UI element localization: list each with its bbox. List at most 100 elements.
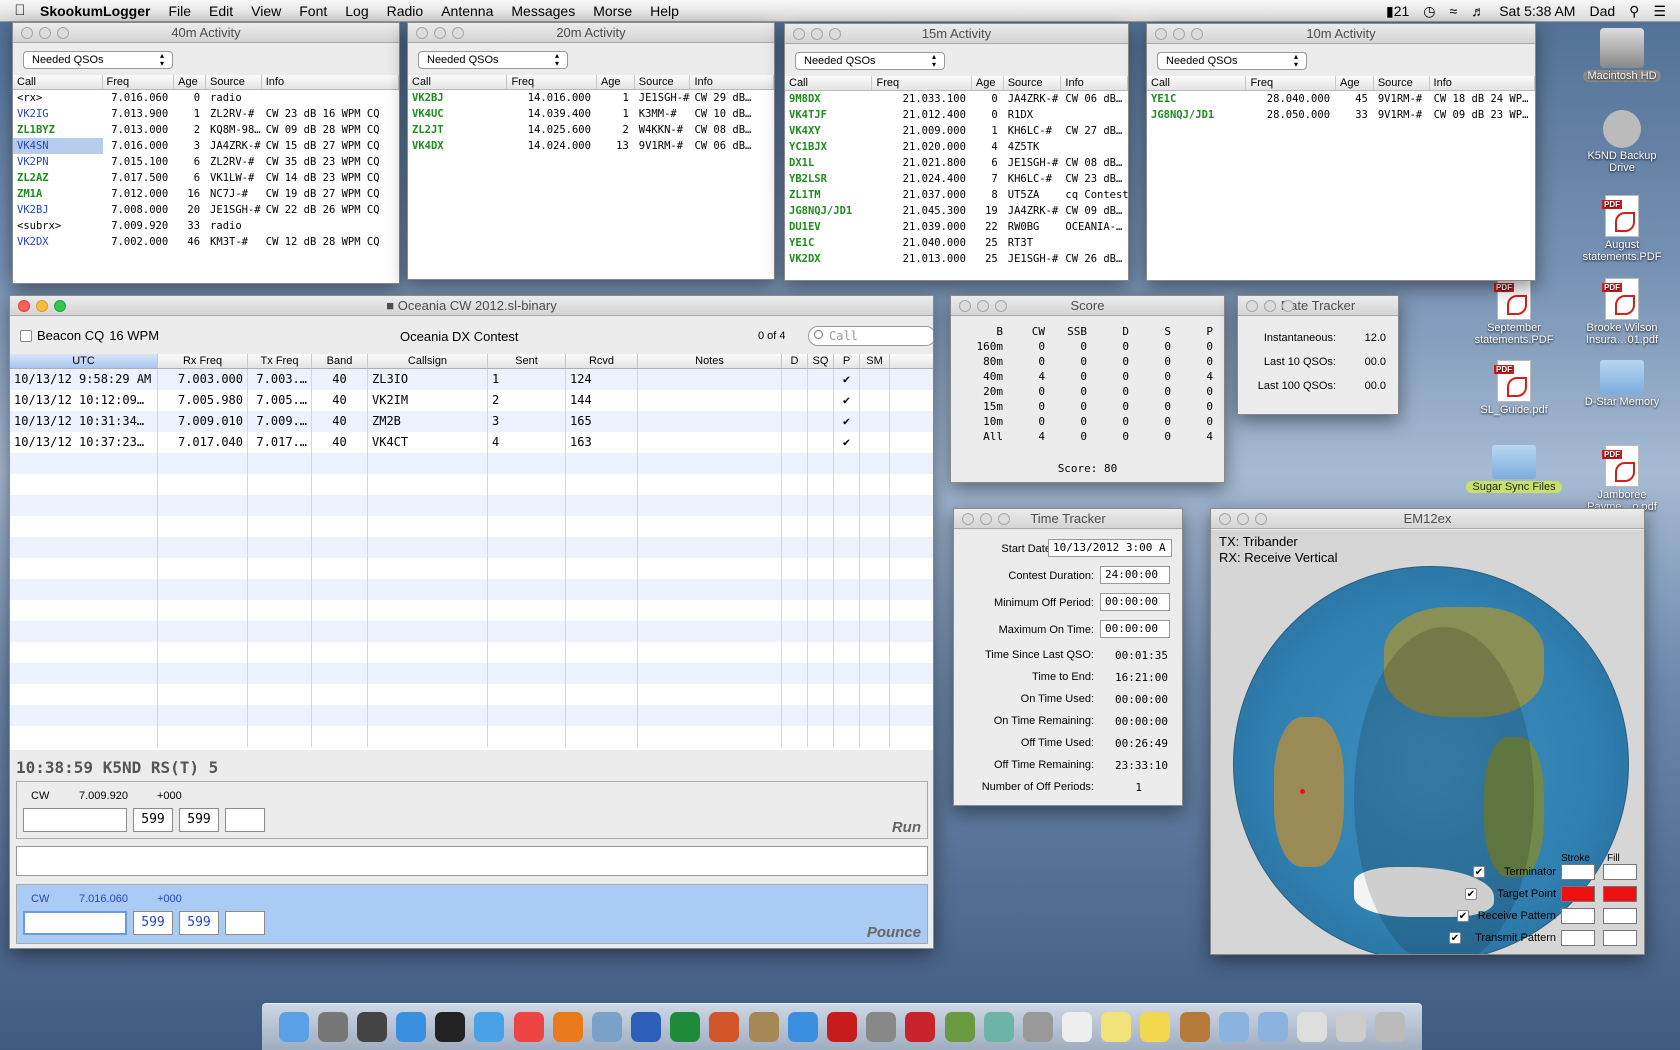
column-header[interactable]: Call — [785, 76, 873, 90]
run-exchange-input[interactable] — [225, 808, 265, 832]
menubar-clock[interactable]: Sat 5:38 AM — [1499, 3, 1575, 19]
activity-titlebar[interactable]: 40m Activity — [13, 23, 399, 43]
table-row[interactable]: 10/13/12 10:31:34… 7.009.010 7.009.… 40 ZM2B… — [10, 411, 933, 432]
finder-icon[interactable] — [278, 1012, 309, 1042]
app-icon[interactable] — [983, 1012, 1014, 1042]
column-header[interactable]: Freq — [872, 76, 972, 90]
minimize-button[interactable] — [1173, 28, 1185, 40]
dashboard-icon[interactable] — [435, 1012, 466, 1042]
column-header[interactable]: Age — [972, 76, 1004, 90]
list-icon[interactable]: ☰ — [1653, 3, 1666, 20]
activity-row[interactable]: ZM1A 7.012.000 16 NC7J-# CW 19 dB 27 WPM CQ — [13, 186, 399, 202]
firefox-icon[interactable] — [552, 1012, 583, 1042]
powerpoint-icon[interactable] — [709, 1012, 740, 1042]
filter-popup[interactable]: Needed QSOs — [418, 51, 568, 69]
fill-swatch[interactable] — [1603, 864, 1637, 880]
activity-row[interactable]: VK2DX 7.002.000 46 KM3T-# CW 12 dB 28 WPM CQ — [13, 234, 399, 250]
desktop-icon-brooke[interactable]: Brooke Wilson Insura…01.pdf — [1582, 278, 1662, 346]
close-button[interactable] — [416, 27, 428, 39]
activity-titlebar[interactable]: 10m Activity — [1147, 24, 1535, 44]
menu-font[interactable]: Font — [299, 3, 327, 19]
column-header[interactable]: Source — [635, 75, 691, 89]
filter-popup[interactable]: Needed QSOs — [1157, 52, 1307, 70]
minimize-button[interactable] — [811, 28, 823, 40]
menu-file[interactable]: File — [168, 3, 191, 19]
activity-row[interactable]: VK4SN 7.016.000 3 JA4ZRK-# CW 15 dB 27 WPM C… — [13, 138, 399, 154]
activity-titlebar[interactable]: 15m Activity — [785, 24, 1128, 44]
fill-swatch[interactable] — [1603, 908, 1637, 924]
column-header[interactable]: Info — [690, 75, 774, 89]
beacon-checkbox[interactable] — [20, 329, 32, 342]
minimize-button[interactable] — [434, 27, 446, 39]
acrobat-icon[interactable] — [826, 1012, 857, 1042]
activity-row[interactable]: 9M8DX 21.033.100 0 JA4ZRK-# CW 06 dB… — [785, 91, 1128, 107]
column-header[interactable]: Age — [597, 75, 635, 89]
launchpad-icon[interactable] — [317, 1012, 348, 1042]
time-input[interactable]: 00:00:00 — [1100, 593, 1170, 611]
log-column-header[interactable]: Rx Freq — [158, 354, 248, 368]
preview2-icon[interactable] — [1336, 1012, 1367, 1042]
minimize-button[interactable] — [36, 300, 48, 312]
activity-row[interactable]: VK4TJF 21.012.400 0 R1DX — [785, 107, 1128, 123]
column-header[interactable]: Call — [1147, 76, 1247, 90]
activity-row[interactable]: VK2DX 21.013.000 25 JE1SGH-# CW 26 dB… — [785, 251, 1128, 267]
desktop-icon-jamboree[interactable]: Jamboree Payme…o.pdf — [1582, 445, 1662, 513]
close-button[interactable] — [1246, 300, 1258, 312]
close-button[interactable] — [962, 513, 974, 525]
minimize-button[interactable] — [977, 300, 989, 312]
preview-icon[interactable] — [748, 1012, 779, 1042]
zoom-button[interactable] — [1255, 513, 1267, 525]
filter-popup[interactable]: Needed QSOs — [23, 51, 173, 69]
logger-icon[interactable] — [944, 1012, 975, 1042]
zoom-button[interactable] — [1282, 300, 1294, 312]
notes-icon[interactable] — [1140, 1012, 1171, 1042]
zoom-button[interactable] — [829, 28, 841, 40]
menu-help[interactable]: Help — [650, 3, 679, 19]
activity-row[interactable]: DU1EV 21.039.000 22 RW0BG OCEANIA-… — [785, 219, 1128, 235]
rate-titlebar[interactable]: Rate Tracker — [1238, 296, 1398, 316]
column-header[interactable]: Source — [1004, 76, 1062, 90]
minimize-button[interactable] — [1264, 300, 1276, 312]
filter-popup[interactable]: Needed QSOs — [795, 52, 945, 70]
log-column-header[interactable]: UTC — [10, 354, 158, 368]
fill-swatch[interactable] — [1603, 930, 1637, 946]
minimize-button[interactable] — [1237, 513, 1249, 525]
score-titlebar[interactable]: Score — [951, 296, 1224, 316]
callsign-search[interactable]: Call — [808, 326, 933, 346]
log-column-header[interactable]: SQ — [808, 354, 834, 368]
legend-checkbox[interactable]: ✔ — [1473, 866, 1485, 878]
column-header[interactable]: Info — [262, 75, 399, 89]
desktop-icon-august[interactable]: August statements.PDF — [1582, 195, 1662, 263]
log-column-header[interactable]: Tx Freq — [248, 354, 312, 368]
activity-row[interactable]: YE1C 21.040.000 25 RT3T — [785, 235, 1128, 251]
desktop-icon-backup[interactable]: K5ND Backup Drive — [1582, 110, 1662, 174]
minimize-button[interactable] — [39, 27, 51, 39]
activity-row[interactable]: JG8NQJ/JD1 21.045.300 19 JA4ZRK-# CW 09 dB… — [785, 203, 1128, 219]
log-column-header[interactable]: D — [782, 354, 808, 368]
close-button[interactable] — [18, 300, 30, 312]
map-canvas[interactable]: TX: Tribander RX: Receive Vertical Strok… — [1211, 530, 1644, 954]
activity-row[interactable]: ZL1BYZ 7.013.000 2 KQ8M-98… CW 09 dB 28 WPM … — [13, 122, 399, 138]
column-header[interactable]: Freq — [1246, 76, 1337, 90]
zoom-button[interactable] — [57, 27, 69, 39]
legend-checkbox[interactable]: ✔ — [1465, 888, 1477, 900]
activity-row[interactable]: VK2PN 7.015.100 6 ZL2RV-# CW 35 dB 23 WPM CQ — [13, 154, 399, 170]
close-button[interactable] — [1219, 513, 1231, 525]
column-header[interactable]: Call — [408, 75, 508, 89]
desktop-icon-macintosh-hd[interactable]: Macintosh HD — [1582, 28, 1662, 82]
log-column-header[interactable]: P — [834, 354, 860, 368]
desktop-icon-dstar[interactable]: D-Star Memory — [1582, 360, 1662, 408]
pounce-exchange-input[interactable] — [225, 911, 265, 935]
activity-row[interactable]: JG8NQJ/JD1 28.050.000 33 9V1RM-# CW 09 dB 23… — [1147, 107, 1535, 123]
menu-morse[interactable]: Morse — [593, 3, 632, 19]
activity-row[interactable]: ZL2AZ 7.017.500 6 VK1LW-# CW 14 dB 23 WPM CQ — [13, 170, 399, 186]
activity-row[interactable]: ZL1TM 21.037.000 8 UT5ZA cq Contest — [785, 187, 1128, 203]
folder-icon[interactable] — [1218, 1012, 1249, 1042]
activity-row[interactable]: VK2IG 7.013.900 1 ZL2RV-# CW 23 dB 16 WPM CQ — [13, 106, 399, 122]
time-input[interactable]: 00:00:00 — [1100, 620, 1170, 638]
run-rst-rcvd[interactable]: 599 — [179, 808, 219, 832]
close-button[interactable] — [793, 28, 805, 40]
column-header[interactable]: Freq — [103, 75, 175, 89]
legend-checkbox[interactable]: ✔ — [1457, 910, 1469, 922]
minimize-button[interactable] — [980, 513, 992, 525]
